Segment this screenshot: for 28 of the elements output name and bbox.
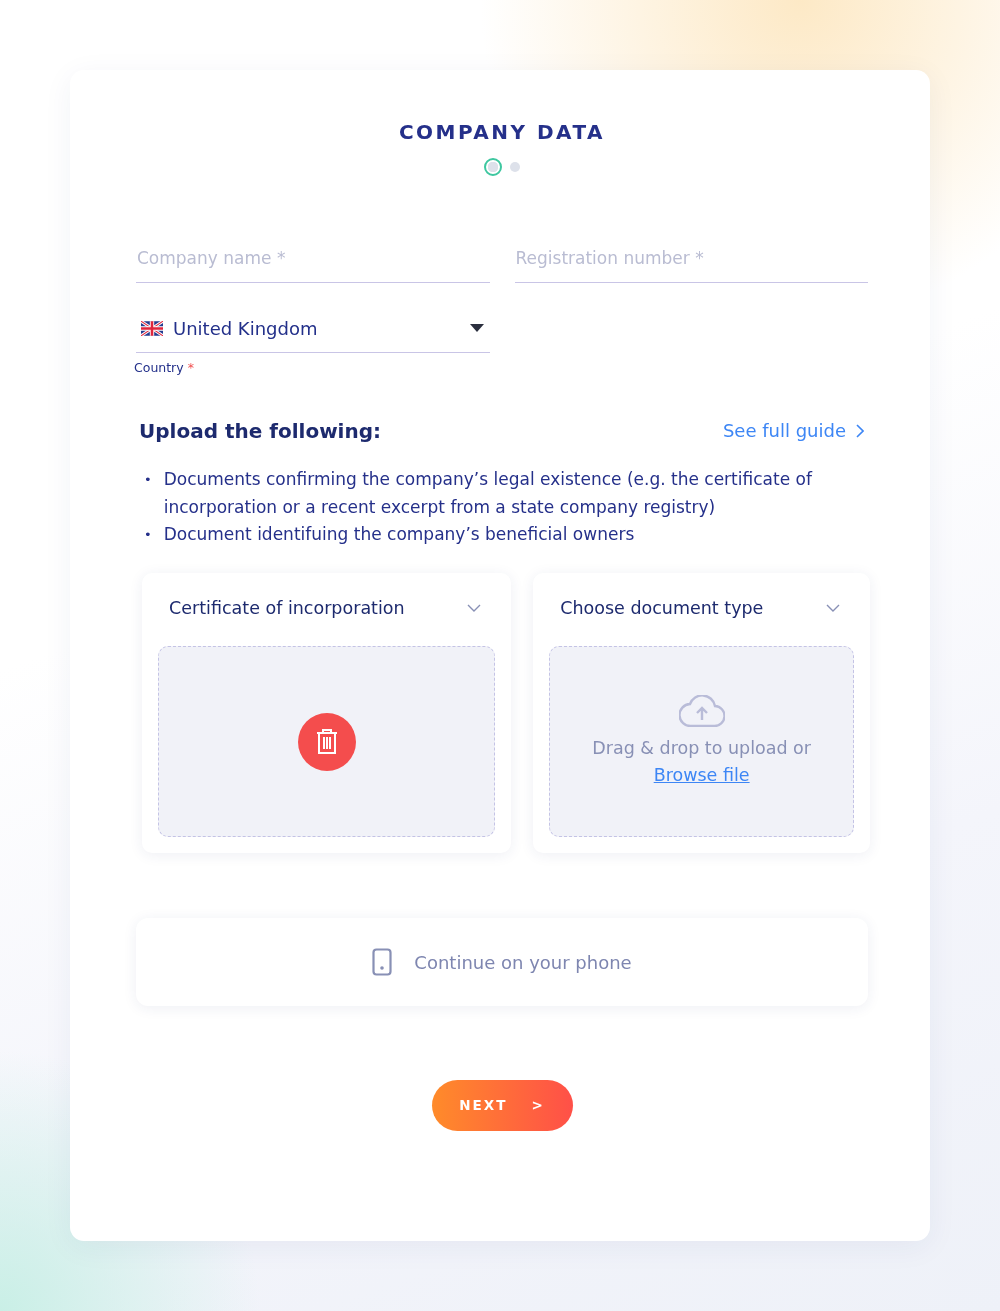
cloud-upload-icon bbox=[678, 695, 725, 728]
text-field[interactable]: Company name * bbox=[136, 240, 490, 283]
upload-hint: Drag & drop to upload or bbox=[592, 737, 812, 761]
trash-icon bbox=[315, 728, 338, 755]
list-item: Document identifuing the company’s beneficial owners bbox=[163, 523, 635, 547]
chevron-down-icon bbox=[826, 603, 840, 612]
drop-zone[interactable]: Drag & drop to upload or Browse file bbox=[549, 646, 854, 837]
bullet: • bbox=[144, 526, 152, 545]
caret-icon bbox=[469, 324, 484, 332]
next-button[interactable]: NEXT > bbox=[431, 1080, 573, 1131]
required-mark: * bbox=[187, 359, 194, 375]
text-field[interactable]: Registration number * bbox=[514, 240, 868, 283]
chevron-right-icon bbox=[856, 423, 864, 438]
drop-zone[interactable] bbox=[158, 646, 496, 837]
country-select[interactable]: United Kingdom bbox=[136, 308, 490, 353]
field-label: Country bbox=[134, 359, 184, 375]
document-type-select[interactable]: Certificate of incorporation bbox=[158, 594, 496, 621]
browse-link[interactable]: Browse file bbox=[653, 761, 750, 788]
document-type-select[interactable]: Choose document type bbox=[549, 594, 854, 621]
phone-icon bbox=[372, 948, 393, 976]
chevron-down-icon bbox=[467, 603, 482, 612]
phone-button[interactable]: Continue on your phone bbox=[136, 918, 868, 1006]
guide-link[interactable]: See full guide bbox=[722, 417, 864, 445]
page-title: COMPANY DATA bbox=[397, 120, 607, 144]
bullet: • bbox=[144, 471, 152, 490]
list-item: Documents confirming the company’s legal existence (e.g. the certificate of incorporation or a recent excerpt from a state company registry) bbox=[163, 468, 814, 519]
flag-icon bbox=[141, 320, 163, 336]
section-heading: Upload the following: bbox=[139, 418, 382, 443]
